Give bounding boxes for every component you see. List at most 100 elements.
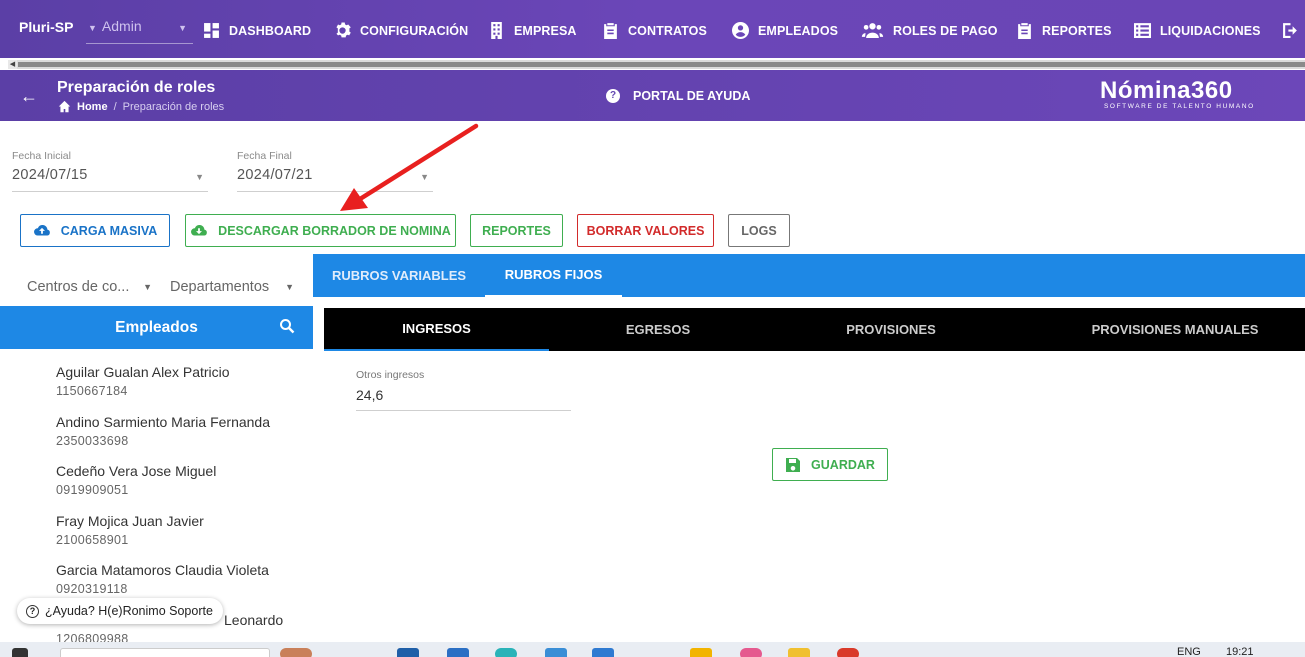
language-indicator[interactable]: ENG	[1177, 646, 1201, 657]
brand-logo: Nómina360 SOFTWARE DE TALENTO HUMANO	[1100, 77, 1255, 110]
windows-start-icon[interactable]	[12, 648, 28, 657]
help-chat-widget[interactable]: ? ¿Ayuda? H(e)Ronimo Soporte	[17, 598, 223, 624]
list-icon	[1134, 23, 1151, 38]
caret-down-icon: ▼	[88, 23, 97, 33]
chevron-down-icon: ▼	[178, 23, 187, 33]
organization-name[interactable]: Pluri-SP	[19, 19, 73, 35]
start-date-field[interactable]: Fecha Inicial 2024/07/15 ▼	[12, 150, 208, 192]
save-label: GUARDAR	[811, 457, 875, 472]
question-icon: ?	[606, 89, 620, 103]
nav-empleados-label: EMPLEADOS	[758, 23, 839, 38]
employee-id: 2350033698	[56, 433, 129, 448]
employee-name: Aguilar Gualan Alex Patricio	[56, 364, 230, 380]
reports-label: REPORTES	[482, 223, 551, 238]
tab-provisiones[interactable]: PROVISIONES	[767, 308, 1015, 351]
nav-empresa-label: EMPRESA	[514, 23, 577, 38]
top-navbar: Pluri-SP ▼ Admin ▼ DASHBOARD CONFIGURACI…	[0, 0, 1305, 58]
primary-tabs: RUBROS VARIABLES RUBROS FIJOS	[313, 254, 1305, 297]
chevron-down-icon: ▼	[143, 282, 152, 292]
nav-roles-de-pago[interactable]: ROLES DE PAGO	[861, 22, 998, 39]
brand-tagline: SOFTWARE DE TALENTO HUMANO	[1104, 103, 1255, 110]
app-icon[interactable]	[397, 648, 419, 657]
list-item[interactable]: Andino Sarmiento Maria Fernanda 23500336…	[56, 414, 313, 464]
nav-contratos[interactable]: CONTRATOS	[602, 22, 707, 39]
help-portal-link[interactable]: ? PORTAL DE AYUDA	[606, 89, 750, 103]
help-chat-label: ¿Ayuda? H(e)Ronimo Soporte	[45, 604, 213, 618]
app-icon[interactable]	[690, 648, 712, 657]
tab-rubros-variables[interactable]: RUBROS VARIABLES	[313, 254, 485, 297]
scroll-left-icon[interactable]: ◀	[8, 60, 17, 69]
scrollbar-thumb[interactable]	[18, 62, 1305, 67]
reports-button[interactable]: REPORTES	[470, 214, 563, 247]
start-date-value: 2024/07/15	[12, 167, 88, 183]
home-icon	[58, 100, 71, 113]
chevron-down-icon: ▼	[285, 282, 294, 292]
otros-ingresos-label: Otros ingresos	[356, 369, 425, 381]
app-icon[interactable]	[837, 648, 859, 657]
page-header: ← Preparación de roles Home / Preparació…	[0, 70, 1305, 121]
app-icon[interactable]	[592, 648, 614, 657]
logs-label: LOGS	[741, 223, 777, 238]
start-date-label: Fecha Inicial	[12, 150, 71, 162]
search-icon[interactable]	[279, 318, 295, 334]
nav-empleados[interactable]: EMPLEADOS	[732, 22, 838, 39]
breadcrumb-home-label: Home	[77, 100, 108, 113]
taskbar-widget-icon[interactable]	[280, 648, 312, 657]
breadcrumb-separator: /	[113, 100, 117, 113]
clipboard-list-icon	[1018, 23, 1031, 39]
taskbar-search-box[interactable]	[60, 648, 270, 657]
app-icon[interactable]	[495, 648, 517, 657]
breadcrumb-home[interactable]: Home	[58, 100, 108, 113]
tab-provisiones-manuales[interactable]: PROVISIONES MANUALES	[1015, 308, 1305, 351]
cost-centers-value: Centros de co...	[27, 279, 130, 295]
back-arrow-icon[interactable]: ←	[20, 86, 38, 107]
secondary-tabs: INGRESOS EGRESOS PROVISIONES PROVISIONES…	[324, 308, 1305, 351]
logout-button[interactable]	[1282, 22, 1305, 39]
departments-filter[interactable]: Departamentos ▼	[170, 272, 294, 302]
list-item[interactable]: Fray Mojica Juan Javier 2100658901	[56, 513, 313, 563]
page-title: Preparación de roles	[57, 79, 216, 96]
nav-dashboard[interactable]: DASHBOARD	[203, 22, 311, 39]
help-portal-label: PORTAL DE AYUDA	[633, 89, 751, 103]
user-circle-icon	[732, 22, 749, 39]
download-draft-button[interactable]: DESCARGAR BORRADOR DE NOMINA	[185, 214, 456, 247]
cost-centers-filter[interactable]: Centros de co... ▼	[27, 272, 152, 302]
app-icon[interactable]	[447, 648, 469, 657]
tab-egresos[interactable]: EGRESOS	[549, 308, 767, 351]
nav-empresa[interactable]: EMPRESA	[488, 22, 577, 39]
breadcrumb-current: Preparación de roles	[122, 100, 225, 113]
annotation-arrow	[340, 123, 479, 211]
app-icon[interactable]	[788, 648, 810, 657]
building-icon	[491, 22, 502, 39]
nav-roles-de-pago-label: ROLES DE PAGO	[893, 23, 998, 38]
nav-liquidaciones[interactable]: LIQUIDACIONES	[1134, 22, 1261, 39]
horizontal-scrollbar[interactable]: ◀	[8, 60, 1305, 69]
tab-rubros-fijos[interactable]: RUBROS FIJOS	[485, 254, 622, 297]
breadcrumb: Home / Preparación de roles	[58, 100, 224, 113]
employee-name: Cedeño Vera Jose Miguel	[56, 463, 217, 479]
departments-value: Departamentos	[170, 279, 270, 295]
app-icon[interactable]	[545, 648, 567, 657]
save-button[interactable]: GUARDAR	[772, 448, 888, 481]
tab-ingresos[interactable]: INGRESOS	[324, 308, 549, 351]
otros-ingresos-field[interactable]: Otros ingresos 24,6	[356, 369, 571, 411]
users-icon	[861, 23, 884, 38]
app-icon[interactable]	[740, 648, 762, 657]
employees-header: Empleados	[0, 306, 313, 349]
employee-name: Garcia Matamoros Claudia Violeta	[56, 562, 269, 578]
employee-id: 0919909051	[56, 483, 129, 497]
question-icon: ?	[26, 604, 39, 618]
clock[interactable]: 19:21	[1226, 646, 1254, 657]
list-item[interactable]: Aguilar Gualan Alex Patricio 1150667184	[56, 364, 313, 414]
nav-reportes[interactable]: REPORTES	[1016, 22, 1112, 39]
logs-button[interactable]: LOGS	[728, 214, 790, 247]
list-item[interactable]: Cedeño Vera Jose Miguel 0919909051	[56, 463, 313, 513]
bulk-upload-button[interactable]: CARGA MASIVA	[20, 214, 170, 247]
employee-id: 1150667184	[56, 384, 128, 398]
role-select[interactable]: ▼ Admin ▼	[86, 18, 193, 44]
logout-icon	[1283, 23, 1297, 38]
os-taskbar: ENG 19:21	[0, 642, 1305, 657]
nav-configuracion[interactable]: CONFIGURACIÓN	[334, 22, 468, 39]
clear-values-button[interactable]: BORRAR VALORES	[577, 214, 714, 247]
nav-configuracion-label: CONFIGURACIÓN	[360, 23, 469, 38]
